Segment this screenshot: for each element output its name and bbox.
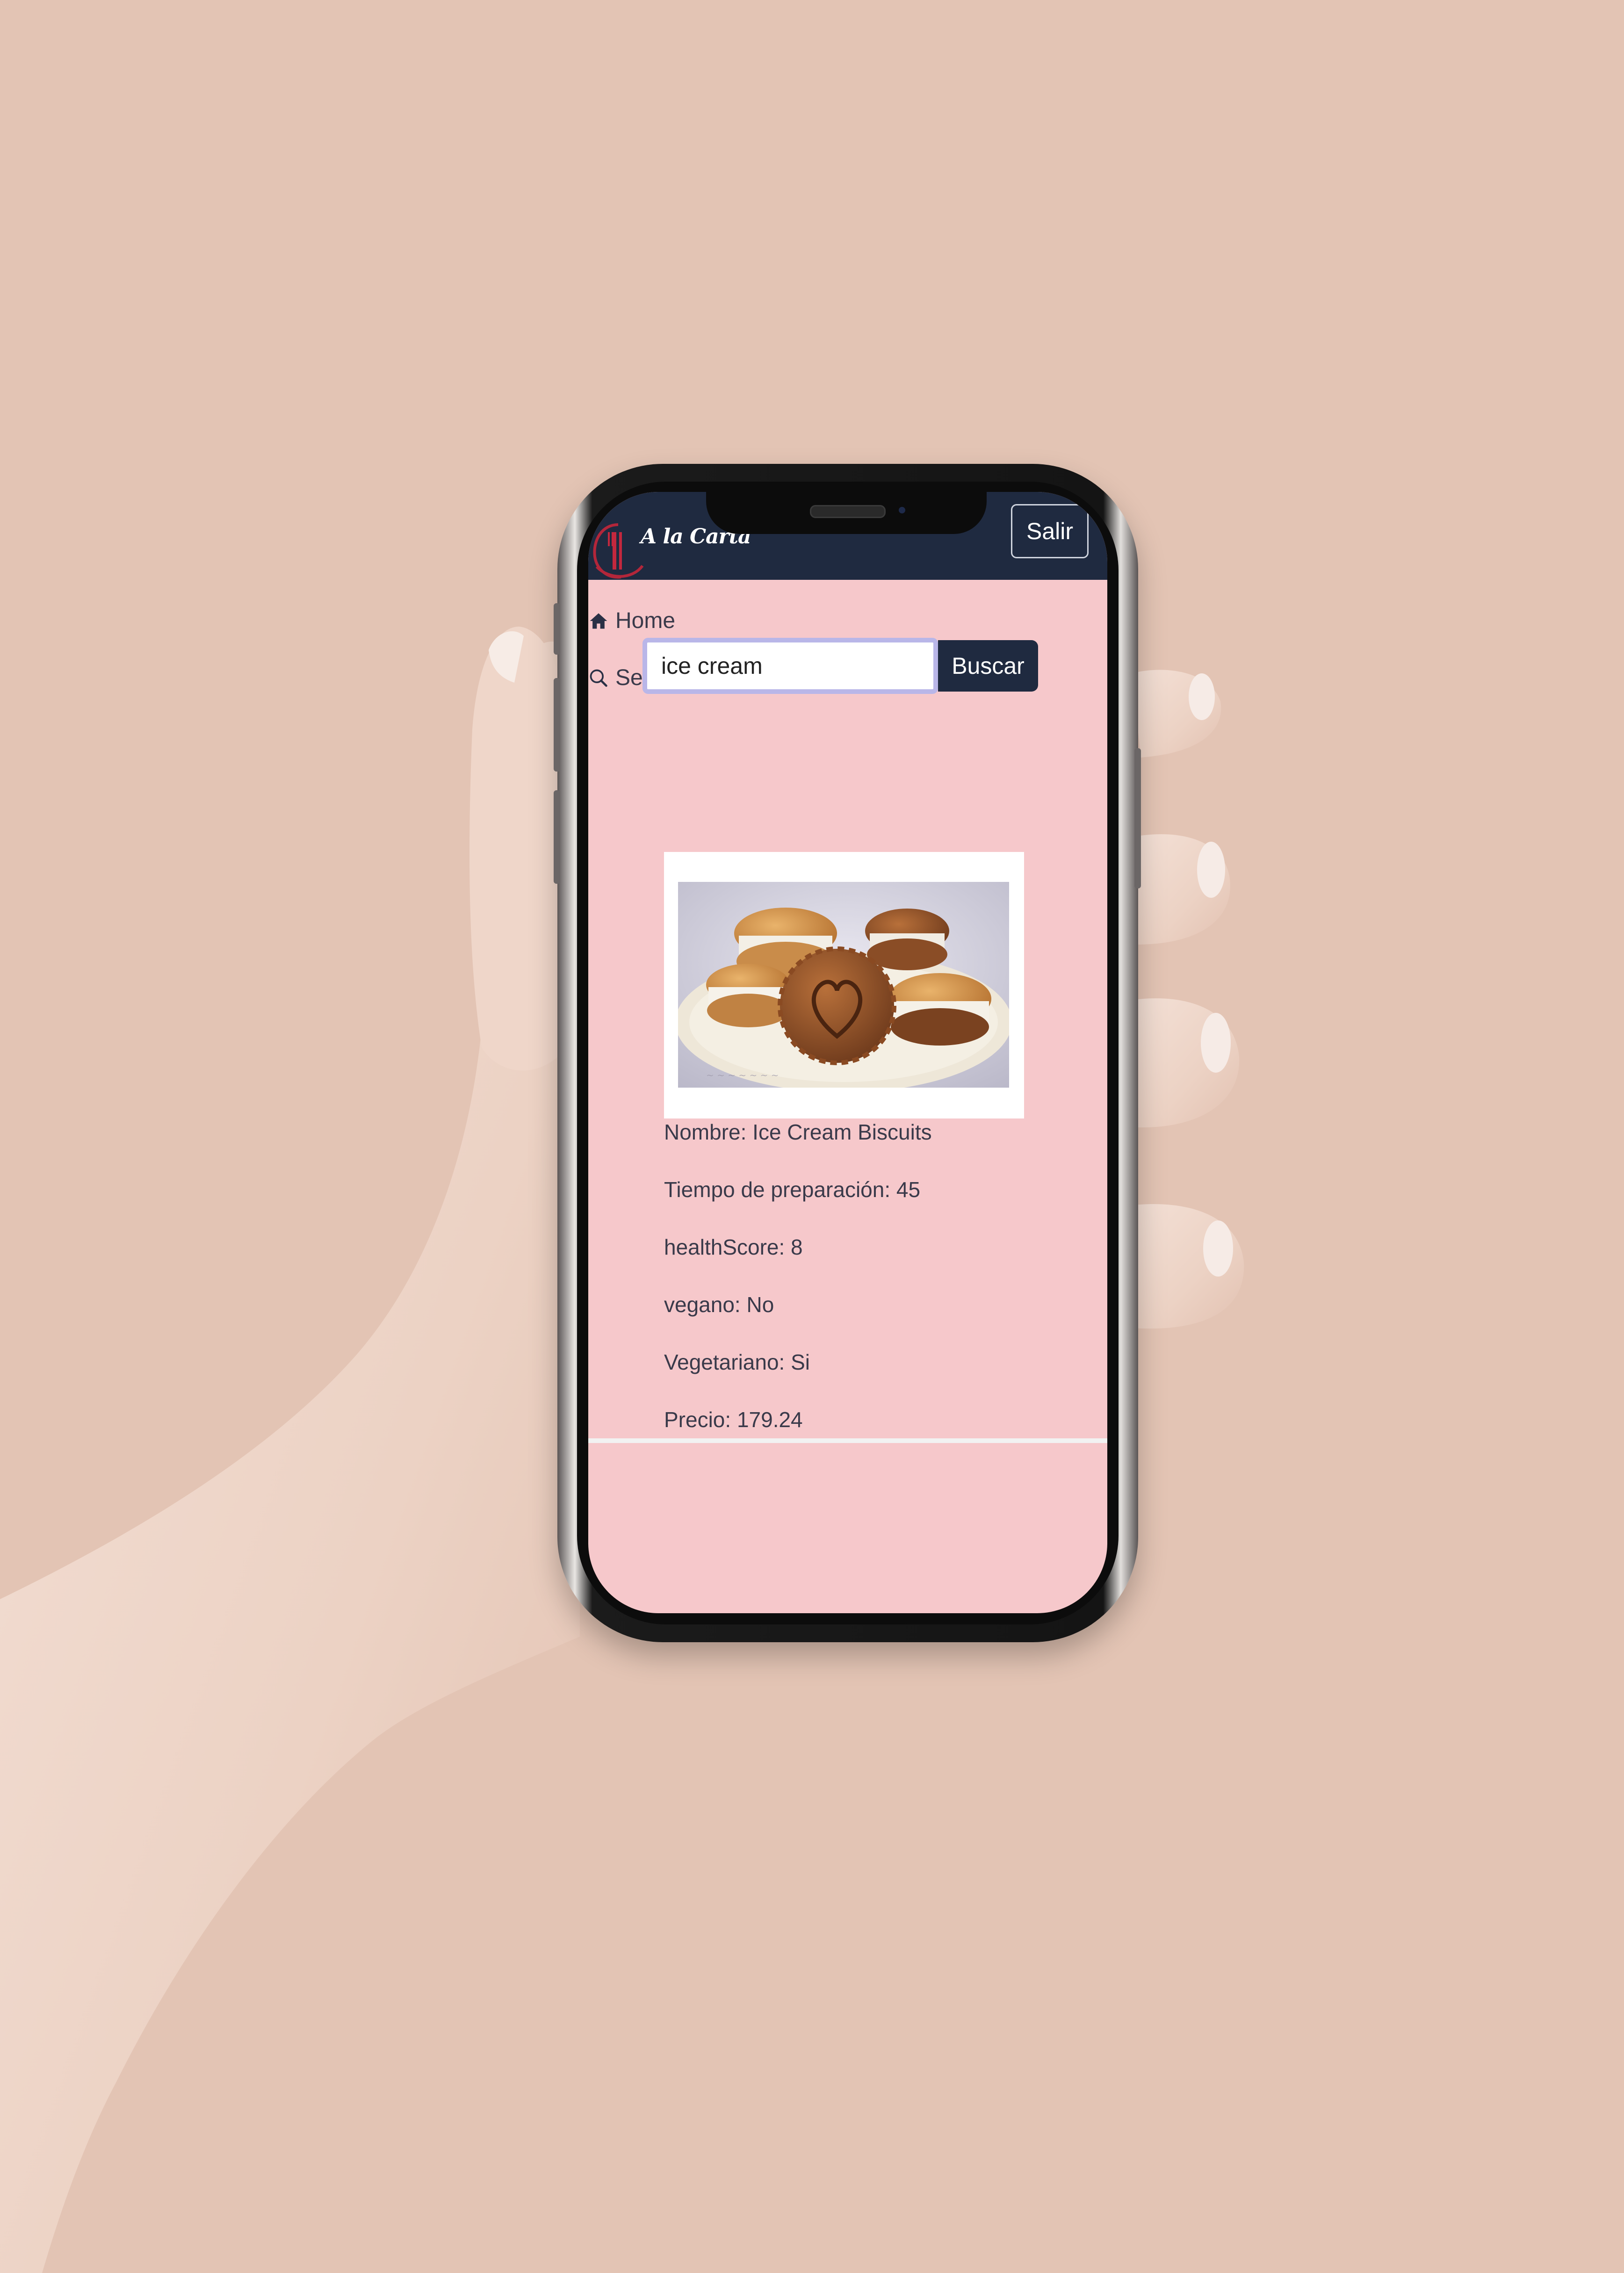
search-icon <box>590 669 607 687</box>
restaurant-logo-icon[interactable] <box>590 521 646 582</box>
svg-text:~ ~ ~ ~ ~ ~ ~: ~ ~ ~ ~ ~ ~ ~ <box>706 1069 779 1081</box>
phone-side-button <box>554 603 560 655</box>
search-form: Buscar <box>642 638 1038 694</box>
card-divider <box>588 1438 1107 1443</box>
logout-button[interactable]: Salir <box>1011 504 1089 558</box>
phone-volume-up-button <box>554 678 560 772</box>
top-navbar: A la Carta Salir <box>588 492 1107 580</box>
recipe-health-score: healthScore: 8 <box>664 1235 803 1259</box>
recipe-name: Nombre: Ice Cream Biscuits <box>664 1120 932 1144</box>
phone-notch <box>706 492 987 534</box>
phone-volume-down-button <box>554 790 560 884</box>
recipe-photo: ~ ~ ~ ~ ~ ~ ~ <box>678 882 1009 1088</box>
recipe-vegan: vegano: No <box>664 1292 774 1317</box>
scene: A la Carta Salir Home Search Buscar <box>0 0 1624 2273</box>
recipe-image-card: ~ ~ ~ ~ ~ ~ ~ <box>664 852 1024 1118</box>
search-button[interactable]: Buscar <box>938 640 1038 692</box>
earpiece-speaker <box>810 505 886 518</box>
recipe-price: Precio: 179.24 <box>664 1407 803 1432</box>
nav-home-label: Home <box>615 608 676 633</box>
phone-screen: A la Carta Salir Home Search Buscar <box>588 492 1107 1613</box>
nav-home-link[interactable]: Home <box>588 608 675 634</box>
front-camera <box>899 507 905 513</box>
recipe-prep-time: Tiempo de preparación: 45 <box>664 1177 921 1202</box>
search-input[interactable] <box>642 638 938 694</box>
home-icon <box>590 613 607 628</box>
recipe-vegetarian: Vegetariano: Si <box>664 1350 810 1374</box>
phone-power-button <box>1134 748 1141 888</box>
